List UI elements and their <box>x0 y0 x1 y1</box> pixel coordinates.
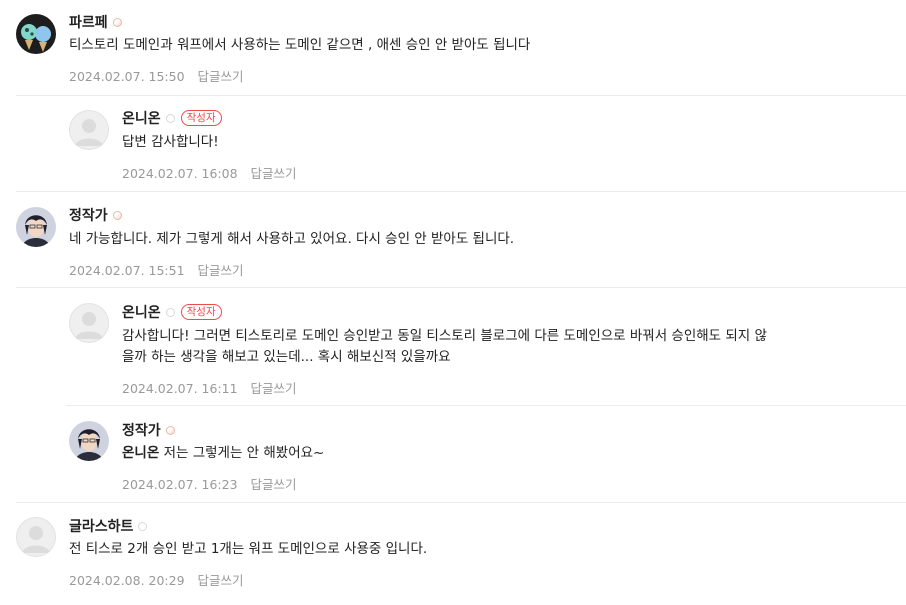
divider <box>16 502 906 503</box>
author-badge: 작성자 <box>180 304 222 320</box>
comment-date: 2024.02.08. 20:29 <box>69 573 185 588</box>
user-level-icon <box>112 17 122 27</box>
comment-text: 감사합니다! 그러면 티스토리로 도메인 승인받고 동일 티스토리 블로그에 다… <box>122 326 767 368</box>
author-badge: 작성자 <box>180 110 222 126</box>
user-level-icon <box>165 113 175 123</box>
reply-button[interactable]: 답글쓰기 <box>251 381 297 396</box>
divider <box>66 405 906 406</box>
comment-author[interactable]: 정작가 <box>69 205 108 225</box>
comment-text: 티스토리 도메인과 워프에서 사용하는 도메인 같으면 , 애센 승인 안 받아… <box>69 37 531 53</box>
user-level-icon <box>112 210 122 220</box>
comment-text-line: 을까 하는 생각을 해보고 있는데... 혹시 해보신적 있을까요 <box>122 349 451 365</box>
avatar[interactable] <box>16 207 56 247</box>
comment-date: 2024.02.07. 16:11 <box>122 381 238 396</box>
comment-text: 네 가능합니다. 제가 그렇게 해서 사용하고 있어요. 다시 승인 안 받아도… <box>69 231 515 247</box>
reply-button[interactable]: 답글쓰기 <box>198 263 244 278</box>
reply-button[interactable]: 답글쓰기 <box>198 69 244 84</box>
comment-date: 2024.02.07. 15:50 <box>69 69 185 84</box>
divider <box>16 287 906 288</box>
comment-author[interactable]: 파르페 <box>69 12 108 32</box>
mention[interactable]: 온니온 <box>122 445 159 461</box>
divider <box>16 191 906 192</box>
avatar[interactable] <box>69 421 109 461</box>
reply-button[interactable]: 답글쓰기 <box>198 573 244 588</box>
comment-author[interactable]: 글라스하트 <box>69 516 133 536</box>
comment-date: 2024.02.07. 15:51 <box>69 263 185 278</box>
comment-date: 2024.02.07. 16:23 <box>122 477 238 492</box>
comment-text: 전 티스로 2개 승인 받고 1개는 워프 도메인으로 사용중 입니다. <box>69 541 428 557</box>
user-level-icon <box>165 307 175 317</box>
reply-button[interactable]: 답글쓰기 <box>251 477 297 492</box>
comment-author[interactable]: 온니온 <box>122 302 161 322</box>
comment-text: 온니온 저는 그렇게는 안 해봤어요~ <box>122 445 325 461</box>
user-level-icon <box>138 521 148 531</box>
comment-author[interactable]: 정작가 <box>122 420 161 440</box>
avatar[interactable] <box>16 14 56 54</box>
default-avatar-icon[interactable] <box>16 517 56 557</box>
default-avatar-icon[interactable] <box>69 110 109 150</box>
comment-text: 답변 감사합니다! <box>122 134 219 150</box>
comment-text-line: 감사합니다! 그러면 티스토리로 도메인 승인받고 동일 티스토리 블로그에 다… <box>122 328 767 344</box>
comment-author[interactable]: 온니온 <box>122 108 161 128</box>
comment-date: 2024.02.07. 16:08 <box>122 166 238 181</box>
user-level-icon <box>165 425 175 435</box>
divider <box>16 95 906 96</box>
default-avatar-icon[interactable] <box>69 303 109 343</box>
reply-button[interactable]: 답글쓰기 <box>251 166 297 181</box>
